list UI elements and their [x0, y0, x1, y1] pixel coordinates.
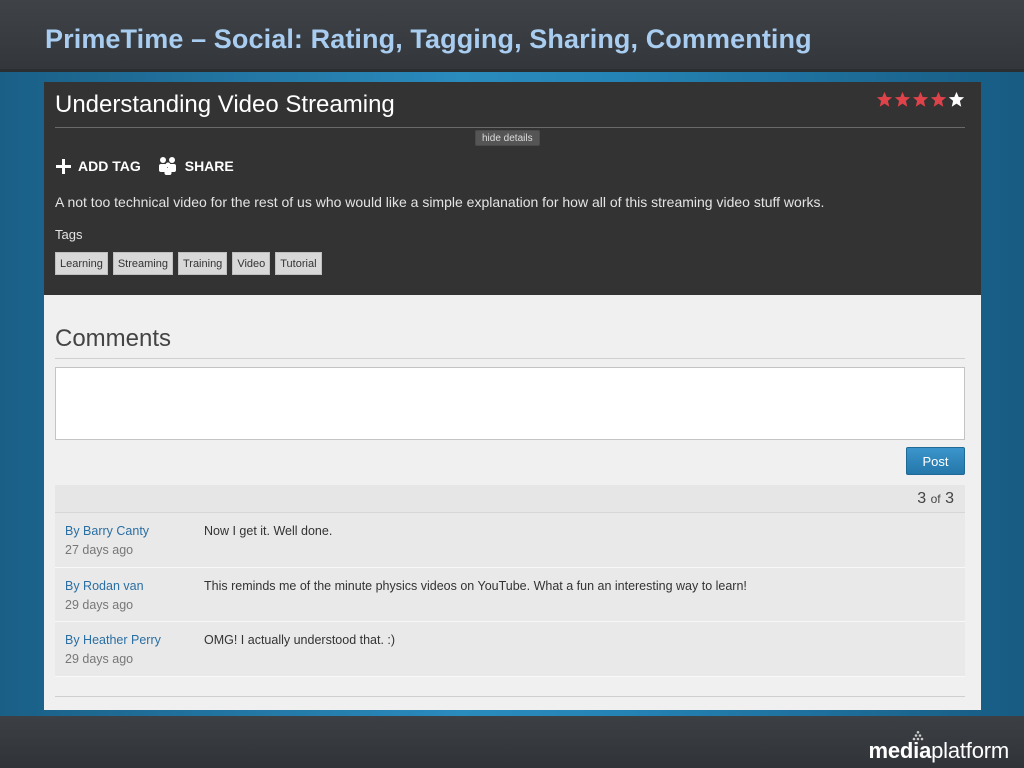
logo-text: mediaplatform — [868, 738, 1010, 763]
star-rating[interactable] — [876, 91, 965, 108]
pager-bar: 3 of 3 — [55, 485, 965, 513]
star-icon[interactable] — [876, 91, 893, 108]
comment-item: By Rodan van 29 days ago This reminds me… — [55, 567, 965, 622]
comment-time: 29 days ago — [65, 652, 134, 666]
star-icon[interactable] — [894, 91, 911, 108]
share-button[interactable]: SHARE — [157, 156, 234, 176]
comment-time: 29 days ago — [65, 597, 134, 612]
logo-regular: platform — [931, 738, 1009, 763]
comment-item: By Barry Canty 27 days ago Now I get it.… — [55, 513, 965, 568]
comments-divider — [55, 358, 965, 359]
post-button[interactable]: Post — [906, 447, 965, 475]
tag-tutorial[interactable]: Tutorial — [275, 252, 322, 275]
hide-details-button[interactable]: hide details — [475, 130, 540, 146]
video-details-section: Understanding Video Streaming hide detai… — [44, 82, 981, 295]
tag-list: Learning Streaming Training Video Tutori… — [55, 252, 322, 275]
add-tag-label: ADD TAG — [78, 158, 141, 174]
comment-author[interactable]: By Heather Perry — [65, 633, 161, 647]
slide-title: PrimeTime – Social: Rating, Tagging, Sha… — [45, 24, 812, 54]
comments-heading: Comments — [55, 325, 172, 352]
video-actions: ADD TAG SHARE — [55, 156, 234, 176]
tags-label: Tags — [55, 227, 83, 242]
star-icon[interactable] — [948, 91, 965, 108]
signal-icon — [912, 731, 923, 741]
video-title: Understanding Video Streaming — [55, 91, 395, 118]
comment-text: This reminds me of the minute physics vi… — [204, 578, 747, 593]
pager-total: 3 — [945, 490, 954, 507]
star-icon[interactable] — [930, 91, 947, 108]
comment-item: By Heather Perry 29 days ago OMG! I actu… — [55, 622, 965, 677]
people-icon — [158, 157, 176, 175]
title-divider — [55, 127, 965, 128]
tag-training[interactable]: Training — [177, 252, 228, 275]
comment-author[interactable]: By Rodan van — [65, 579, 144, 593]
plus-icon — [56, 158, 71, 174]
add-tag-button[interactable]: ADD TAG — [55, 158, 141, 175]
comment-text: Now I get it. Well done. — [204, 524, 333, 538]
bottom-divider — [55, 696, 965, 697]
tag-streaming[interactable]: Streaming — [112, 252, 173, 275]
comment-list: By Barry Canty 27 days ago Now I get it.… — [55, 513, 965, 677]
pager-of: of — [930, 492, 941, 506]
comment-input[interactable] — [55, 367, 965, 440]
star-icon[interactable] — [912, 91, 929, 108]
comment-text: OMG! I actually understood that. :) — [204, 633, 396, 647]
mediaplatform-logo: mediaplatform — [869, 727, 1009, 763]
tag-learning[interactable]: Learning — [55, 252, 108, 275]
video-page-panel: Understanding Video Streaming hide detai… — [44, 82, 981, 710]
video-description: A not too technical video for the rest o… — [55, 194, 825, 210]
share-label: SHARE — [184, 158, 234, 174]
logo-bold: media — [868, 738, 932, 763]
comment-time: 27 days ago — [65, 543, 134, 557]
slide-header: PrimeTime – Social: Rating, Tagging, Sha… — [0, 0, 1024, 72]
tag-video[interactable]: Video — [232, 252, 271, 275]
pager-current: 3 — [917, 490, 927, 507]
pager: 3 of 3 — [917, 490, 954, 508]
comment-author[interactable]: By Barry Canty — [65, 524, 149, 538]
logo-wordmark: mediaplatform — [868, 731, 1010, 763]
